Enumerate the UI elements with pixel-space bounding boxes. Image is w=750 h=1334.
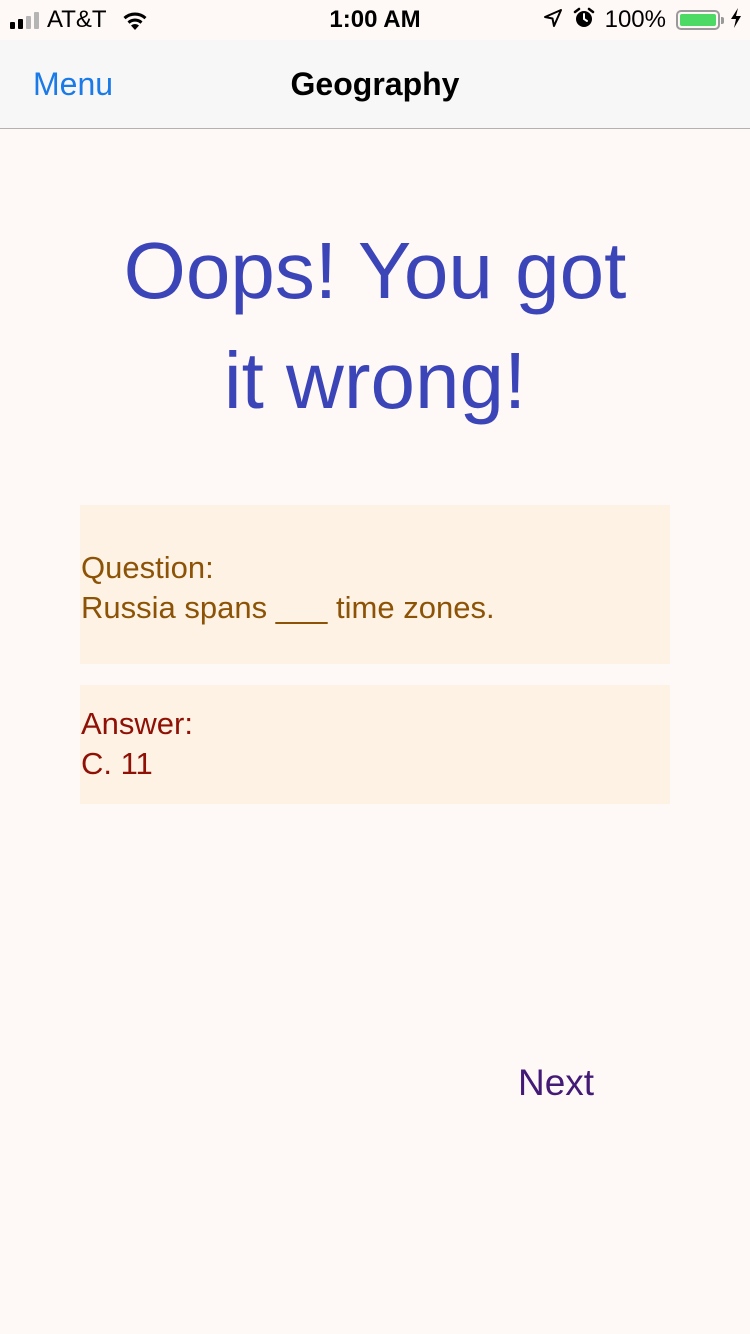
page-title: Geography	[290, 66, 460, 102]
answer-label: Answer:	[81, 706, 193, 741]
result-headline-line-2: it wrong!	[223, 336, 527, 425]
result-headline-line-1: Oops! You got	[123, 226, 627, 315]
question-text: Russia spans ___ time zones.	[81, 590, 495, 625]
charging-bolt-icon	[730, 7, 742, 34]
answer-text: C. 11	[81, 746, 153, 781]
battery-icon	[676, 10, 724, 30]
battery-percentage: 100%	[604, 6, 666, 33]
question-label: Question:	[81, 550, 214, 585]
result-headline: Oops! You got it wrong!	[60, 216, 690, 436]
battery-fill	[680, 14, 716, 26]
navigation-bar: Menu Geography	[0, 40, 750, 129]
alarm-clock-icon	[573, 7, 595, 34]
status-right: 100%	[543, 6, 742, 34]
question-card: Question: Russia spans ___ time zones.	[80, 505, 670, 664]
location-arrow-icon	[543, 8, 563, 33]
next-button[interactable]: Next	[518, 1062, 594, 1104]
answer-card: Answer: C. 11	[80, 685, 670, 804]
status-bar: AT&T 1:00 AM 100%	[0, 0, 750, 40]
